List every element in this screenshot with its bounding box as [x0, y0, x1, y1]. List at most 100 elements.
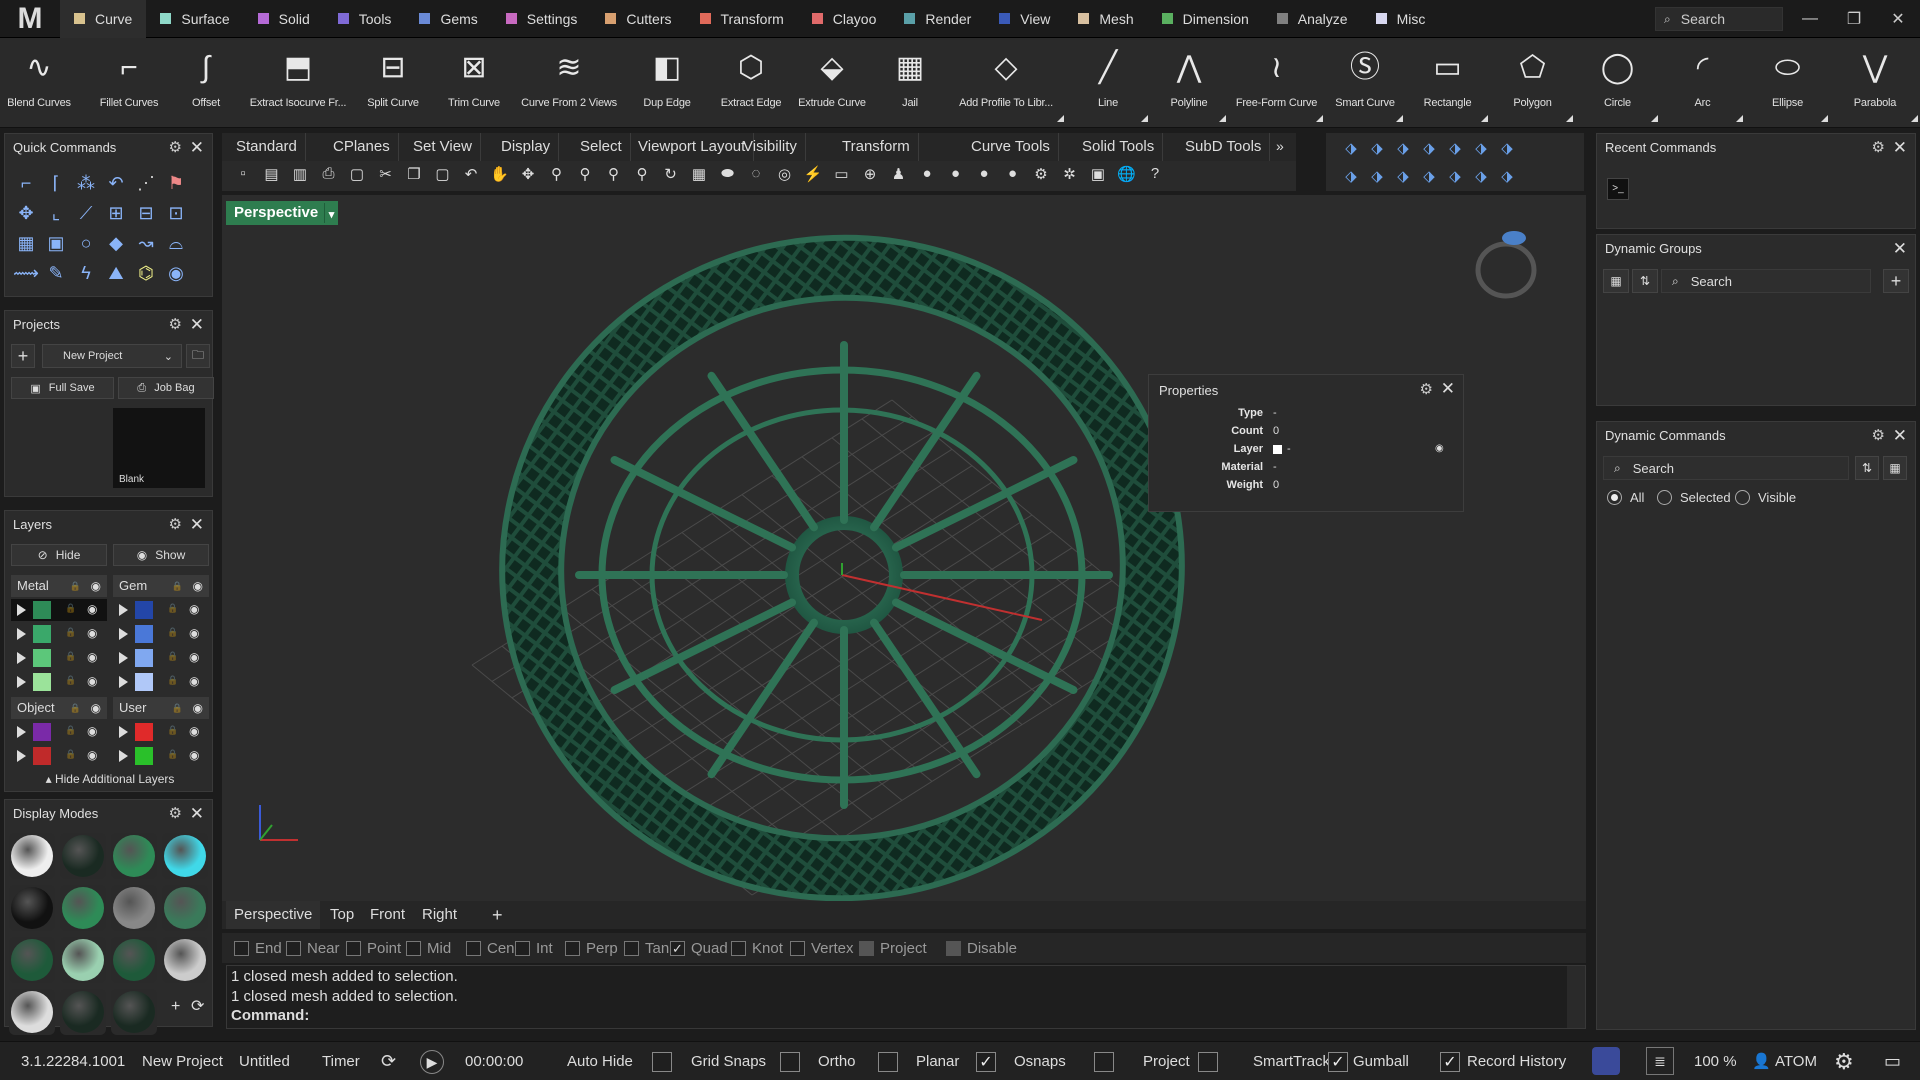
layer-color-swatch[interactable]: [33, 625, 51, 643]
standard-tool-6-icon[interactable]: ❐: [403, 165, 425, 187]
layer-row[interactable]: 🔒 ◉: [113, 721, 209, 743]
eye-icon[interactable]: ◉: [91, 697, 101, 719]
quick-command-5-icon[interactable]: ⚑: [161, 168, 191, 198]
eye-icon[interactable]: ◉: [87, 650, 97, 664]
command-scrollbar[interactable]: [1567, 966, 1585, 1028]
quick-command-1-icon[interactable]: ⌈: [41, 168, 71, 198]
osnap-quad[interactable]: ✓ Quad: [670, 940, 728, 957]
standard-tool-13-icon[interactable]: ⚲: [603, 165, 625, 187]
ribbon-button-fillet-curves[interactable]: ⌐ Fillet Curves: [85, 38, 173, 128]
expand-arrow-icon[interactable]: [119, 604, 128, 616]
view-cube-icon[interactable]: [1466, 220, 1552, 300]
view-tool-10-icon[interactable]: ⬗: [1418, 167, 1440, 189]
layer-color-swatch[interactable]: [33, 673, 51, 691]
layer-color-swatch[interactable]: [33, 601, 51, 619]
toggle-gumball-checkbox[interactable]: ✓: [1328, 1052, 1348, 1072]
property-value[interactable]: 0: [1273, 425, 1279, 437]
quick-command-6-icon[interactable]: ✥: [11, 198, 41, 228]
app-logo[interactable]: M: [0, 0, 60, 38]
quick-command-16-icon[interactable]: ↝: [131, 228, 161, 258]
view-tab-perspective[interactable]: Perspective: [226, 901, 321, 929]
standard-tool-16-icon[interactable]: ▦: [688, 165, 710, 187]
ribbon-button-curve-from-2-views[interactable]: ≋ Curve From 2 Views: [516, 38, 622, 128]
toolbar-tab-solid-tools[interactable]: Solid Tools: [1074, 133, 1164, 161]
quick-command-19-icon[interactable]: ✎: [41, 258, 71, 288]
standard-tool-1-icon[interactable]: ▤: [261, 165, 283, 187]
osnap-vertex[interactable]: Vertex: [790, 940, 854, 957]
menu-tab-analyze[interactable]: Analyze: [1263, 0, 1362, 38]
lock-icon[interactable]: 🔒: [167, 651, 178, 662]
dynamic-groups-search[interactable]: ⌕ Search: [1661, 269, 1871, 293]
view-tool-5-icon[interactable]: ⬗: [1470, 139, 1492, 161]
ribbon-button-rectangle[interactable]: ▭ Rectangle: [1405, 38, 1490, 128]
toolbar-tab-display[interactable]: Display: [493, 133, 560, 161]
menu-tab-curve[interactable]: Curve: [60, 0, 147, 38]
layer-row[interactable]: 🔒 ◉: [113, 671, 209, 693]
filter-radio-all[interactable]: All: [1607, 490, 1644, 505]
layer-group-header[interactable]: Object 🔒 ◉: [11, 697, 107, 719]
checkbox[interactable]: [565, 941, 580, 956]
ribbon-button-extract-isocurve-fr[interactable]: ⬒ Extract Isocurve Fr...: [239, 38, 357, 128]
lock-icon[interactable]: 🔒: [172, 575, 183, 597]
view-tool-11-icon[interactable]: ⬗: [1444, 167, 1466, 189]
lock-icon[interactable]: 🔒: [167, 749, 178, 760]
layer-color-swatch[interactable]: [135, 723, 153, 741]
standard-tool-20-icon[interactable]: ⚡: [802, 165, 824, 187]
eye-icon[interactable]: ◉: [87, 626, 97, 640]
layer-row[interactable]: 🔒 ◉: [113, 745, 209, 767]
quick-command-0-icon[interactable]: ⌐: [11, 168, 41, 198]
property-value[interactable]: -: [1273, 461, 1277, 473]
display-mode-10-thumbnail[interactable]: [111, 937, 157, 983]
settings-gear-icon[interactable]: ⚙: [1834, 1042, 1854, 1080]
osnap-end[interactable]: End: [234, 940, 282, 957]
expand-arrow-icon[interactable]: [17, 676, 26, 688]
view-tool-12-icon[interactable]: ⬗: [1470, 167, 1492, 189]
ribbon-button-line[interactable]: ╱ Line: [1066, 38, 1150, 128]
filter-radio-visible[interactable]: Visible: [1735, 490, 1796, 505]
dynamic-commands-search[interactable]: ⌕ Search: [1603, 456, 1849, 480]
view-tool-6-icon[interactable]: ⬗: [1496, 139, 1518, 161]
ribbon-button-offset[interactable]: ∫ Offset: [171, 38, 241, 128]
layer-color-swatch[interactable]: [135, 673, 153, 691]
expand-icon[interactable]: [1141, 115, 1148, 122]
standard-tool-14-icon[interactable]: ⚲: [631, 165, 653, 187]
hide-layers-button[interactable]: ⊘ Hide: [11, 544, 107, 566]
osnap-tan[interactable]: Tan: [624, 940, 669, 957]
checkbox[interactable]: [624, 941, 639, 956]
expand-icon[interactable]: [1219, 115, 1226, 122]
view-tab-front[interactable]: Front: [362, 901, 413, 929]
checkbox[interactable]: [946, 941, 961, 956]
osnap-project[interactable]: Project: [859, 940, 927, 957]
toolbar-tab-curve-tools[interactable]: Curve Tools: [963, 133, 1059, 161]
expand-icon[interactable]: [1057, 115, 1064, 122]
lock-icon[interactable]: 🔒: [65, 725, 76, 736]
terminal-icon[interactable]: >_: [1607, 178, 1629, 200]
lock-icon[interactable]: 🔒: [70, 575, 81, 597]
gear-icon[interactable]: ⚙: [1872, 422, 1885, 450]
minimize-button[interactable]: —: [1788, 0, 1832, 38]
expand-arrow-icon[interactable]: [119, 750, 128, 762]
display-mode-2-thumbnail[interactable]: [111, 833, 157, 879]
eye-icon[interactable]: ◉: [189, 724, 199, 738]
menu-tab-solid[interactable]: Solid: [244, 0, 324, 38]
menu-tab-view[interactable]: View: [985, 0, 1064, 38]
expand-arrow-icon[interactable]: [119, 676, 128, 688]
layer-color-swatch[interactable]: [33, 723, 51, 741]
osnap-disable[interactable]: Disable: [946, 940, 1017, 957]
ribbon-button-polygon[interactable]: ⬠ Polygon: [1490, 38, 1575, 128]
display-mode-1-thumbnail[interactable]: [60, 833, 106, 879]
ribbon-button-extrude-curve[interactable]: ⬙ Extrude Curve: [790, 38, 874, 128]
layer-color-swatch[interactable]: [33, 649, 51, 667]
eye-icon[interactable]: ◉: [87, 602, 97, 616]
quick-command-11-icon[interactable]: ⊡: [161, 198, 191, 228]
lock-icon[interactable]: 🔒: [65, 675, 76, 686]
add-project-button[interactable]: +: [11, 344, 35, 368]
standard-tool-32-icon[interactable]: ?: [1144, 165, 1166, 187]
standard-tool-29-icon[interactable]: ✲: [1059, 165, 1081, 187]
osnap-cen[interactable]: Cen: [466, 940, 515, 957]
property-value[interactable]: -: [1273, 407, 1277, 419]
ribbon-button-extract-edge[interactable]: ⬡ Extract Edge: [712, 38, 790, 128]
view-tool-9-icon[interactable]: ⬗: [1392, 167, 1414, 189]
standard-tool-9-icon[interactable]: ✋: [489, 165, 511, 187]
quick-command-18-icon[interactable]: ⟿: [11, 258, 41, 288]
